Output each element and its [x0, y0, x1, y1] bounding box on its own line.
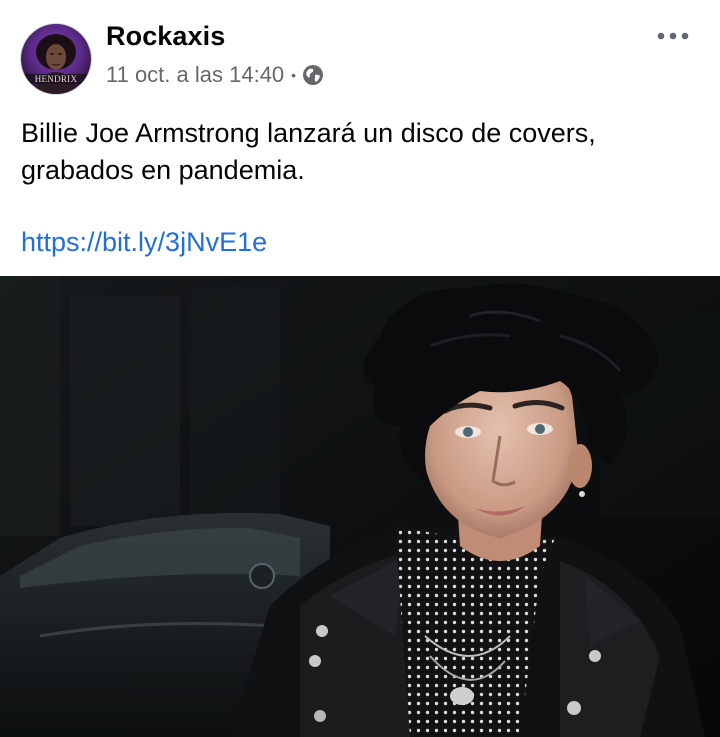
meta-separator: • — [291, 67, 297, 83]
post-link[interactable]: https://bit.ly/3jNvE1e — [21, 224, 267, 261]
page-name-link[interactable]: Rockaxis — [106, 21, 225, 52]
more-options-button[interactable] — [650, 20, 696, 52]
avatar-caption: HENDRIX — [35, 74, 78, 84]
post-message: Billie Joe Armstrong lanzará un disco de… — [21, 118, 596, 185]
post-card: HENDRIX Rockaxis 11 oct. a las 14:40 • B… — [0, 0, 720, 737]
post-meta: 11 oct. a las 14:40 • — [106, 60, 324, 90]
post-photo-image — [0, 276, 720, 737]
post-timestamp[interactable]: 11 oct. a las 14:40 — [106, 62, 284, 88]
globe-icon — [302, 64, 324, 86]
page-avatar[interactable]: HENDRIX — [21, 24, 91, 94]
post-photo[interactable] — [0, 276, 720, 737]
post-header: HENDRIX Rockaxis 11 oct. a las 14:40 • — [0, 0, 720, 100]
avatar-image: HENDRIX — [21, 24, 91, 94]
more-options-icon — [657, 32, 689, 40]
